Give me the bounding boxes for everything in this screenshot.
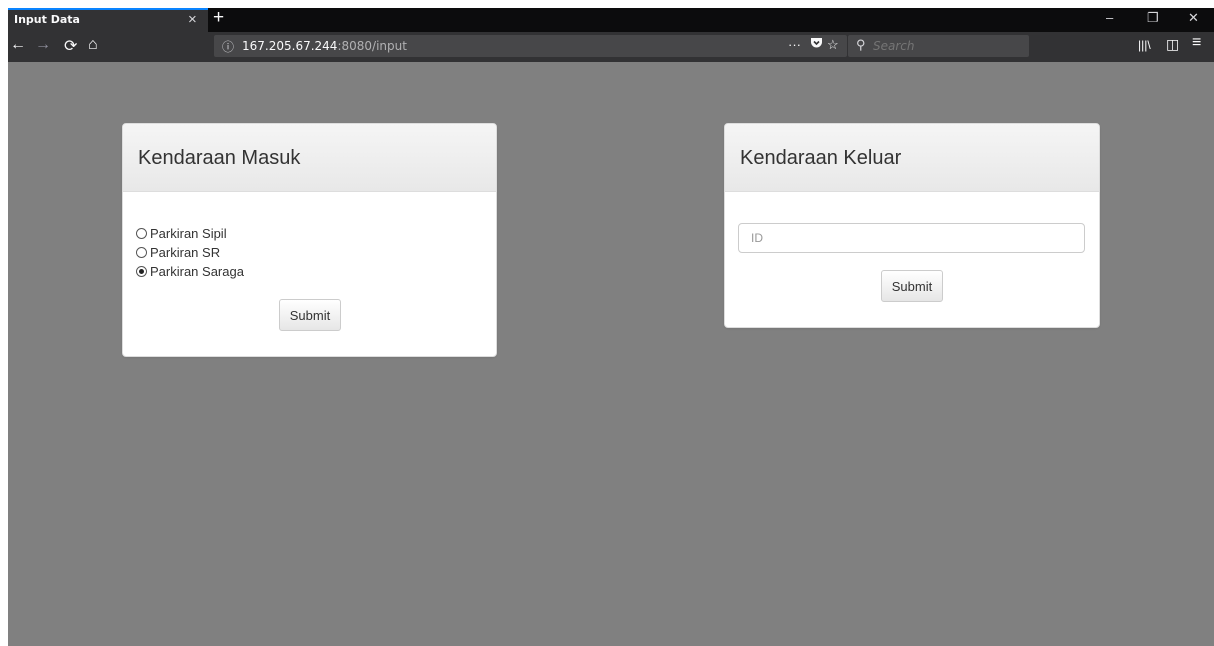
bookmark-star-icon[interactable]: ☆ <box>827 37 839 53</box>
menu-icon[interactable]: ≡ <box>1192 34 1201 52</box>
radio-button[interactable] <box>136 247 147 258</box>
tab-strip: Input Data × + – ❐ ✕ <box>8 7 1214 32</box>
pocket-icon[interactable] <box>810 37 823 52</box>
panel-heading: Kendaraan Masuk <box>123 124 496 192</box>
panel-kendaraan-keluar: Kendaraan Keluar Submit <box>724 123 1100 328</box>
radio-button-selected[interactable] <box>136 266 147 277</box>
forward-icon[interactable]: → <box>35 36 51 54</box>
panel-kendaraan-masuk: Kendaraan Masuk Parkiran Sipil Parkiran … <box>122 123 497 357</box>
url-host: 167.205.67.244 <box>242 39 338 53</box>
minimize-icon[interactable]: – <box>1106 10 1113 25</box>
back-icon[interactable]: ← <box>10 36 26 54</box>
radio-button[interactable] <box>136 228 147 239</box>
reload-icon[interactable]: ⟳ <box>64 36 77 56</box>
tab-input-data[interactable]: Input Data × <box>8 8 208 32</box>
page-actions-icon[interactable]: ··· <box>788 37 801 52</box>
restore-icon[interactable]: ❐ <box>1147 10 1159 26</box>
search-bar[interactable]: ⚲ <box>848 35 1029 57</box>
url-bar[interactable]: ⓘ 167.205.67.244:8080/input ··· ☆ <box>214 35 847 57</box>
radio-label: Parkiran Saraga <box>150 264 244 279</box>
new-tab-icon[interactable]: + <box>213 7 224 29</box>
panel-heading: Kendaraan Keluar <box>725 124 1099 192</box>
navigation-bar: ← → ⟳ ⌂ ⓘ 167.205.67.244:8080/input ··· … <box>8 32 1214 62</box>
sidebar-icon[interactable]: ◫ <box>1166 36 1179 53</box>
radio-label: Parkiran Sipil <box>150 226 227 241</box>
submit-masuk-button[interactable]: Submit <box>279 299 341 331</box>
url-path: :8080/input <box>337 39 407 53</box>
home-icon[interactable]: ⌂ <box>88 36 98 54</box>
panel-title: Kendaraan Masuk <box>138 147 301 169</box>
url-text[interactable]: 167.205.67.244:8080/input <box>242 39 407 53</box>
info-icon[interactable]: ⓘ <box>222 38 234 55</box>
browser-chrome: Input Data × + – ❐ ✕ ← → ⟳ ⌂ ⓘ 167.205.6… <box>8 7 1214 62</box>
search-input[interactable] <box>873 39 1023 53</box>
radio-option-parkiran-sr[interactable]: Parkiran SR <box>136 243 496 262</box>
close-window-icon[interactable]: ✕ <box>1188 10 1199 26</box>
tab-title: Input Data <box>14 13 80 26</box>
library-icon[interactable]: |||\ <box>1138 38 1151 52</box>
radio-label: Parkiran SR <box>150 245 221 260</box>
panel-title: Kendaraan Keluar <box>740 147 902 169</box>
radio-option-parkiran-saraga[interactable]: Parkiran Saraga <box>136 262 496 281</box>
parking-radio-group: Parkiran Sipil Parkiran SR Parkiran Sara… <box>123 192 496 281</box>
radio-option-parkiran-sipil[interactable]: Parkiran Sipil <box>136 224 496 243</box>
submit-keluar-button[interactable]: Submit <box>881 270 943 302</box>
search-icon: ⚲ <box>856 37 866 52</box>
tab-close-icon[interactable]: × <box>188 11 197 28</box>
id-input[interactable] <box>738 223 1085 253</box>
page-content: Kendaraan Masuk Parkiran Sipil Parkiran … <box>8 62 1214 646</box>
